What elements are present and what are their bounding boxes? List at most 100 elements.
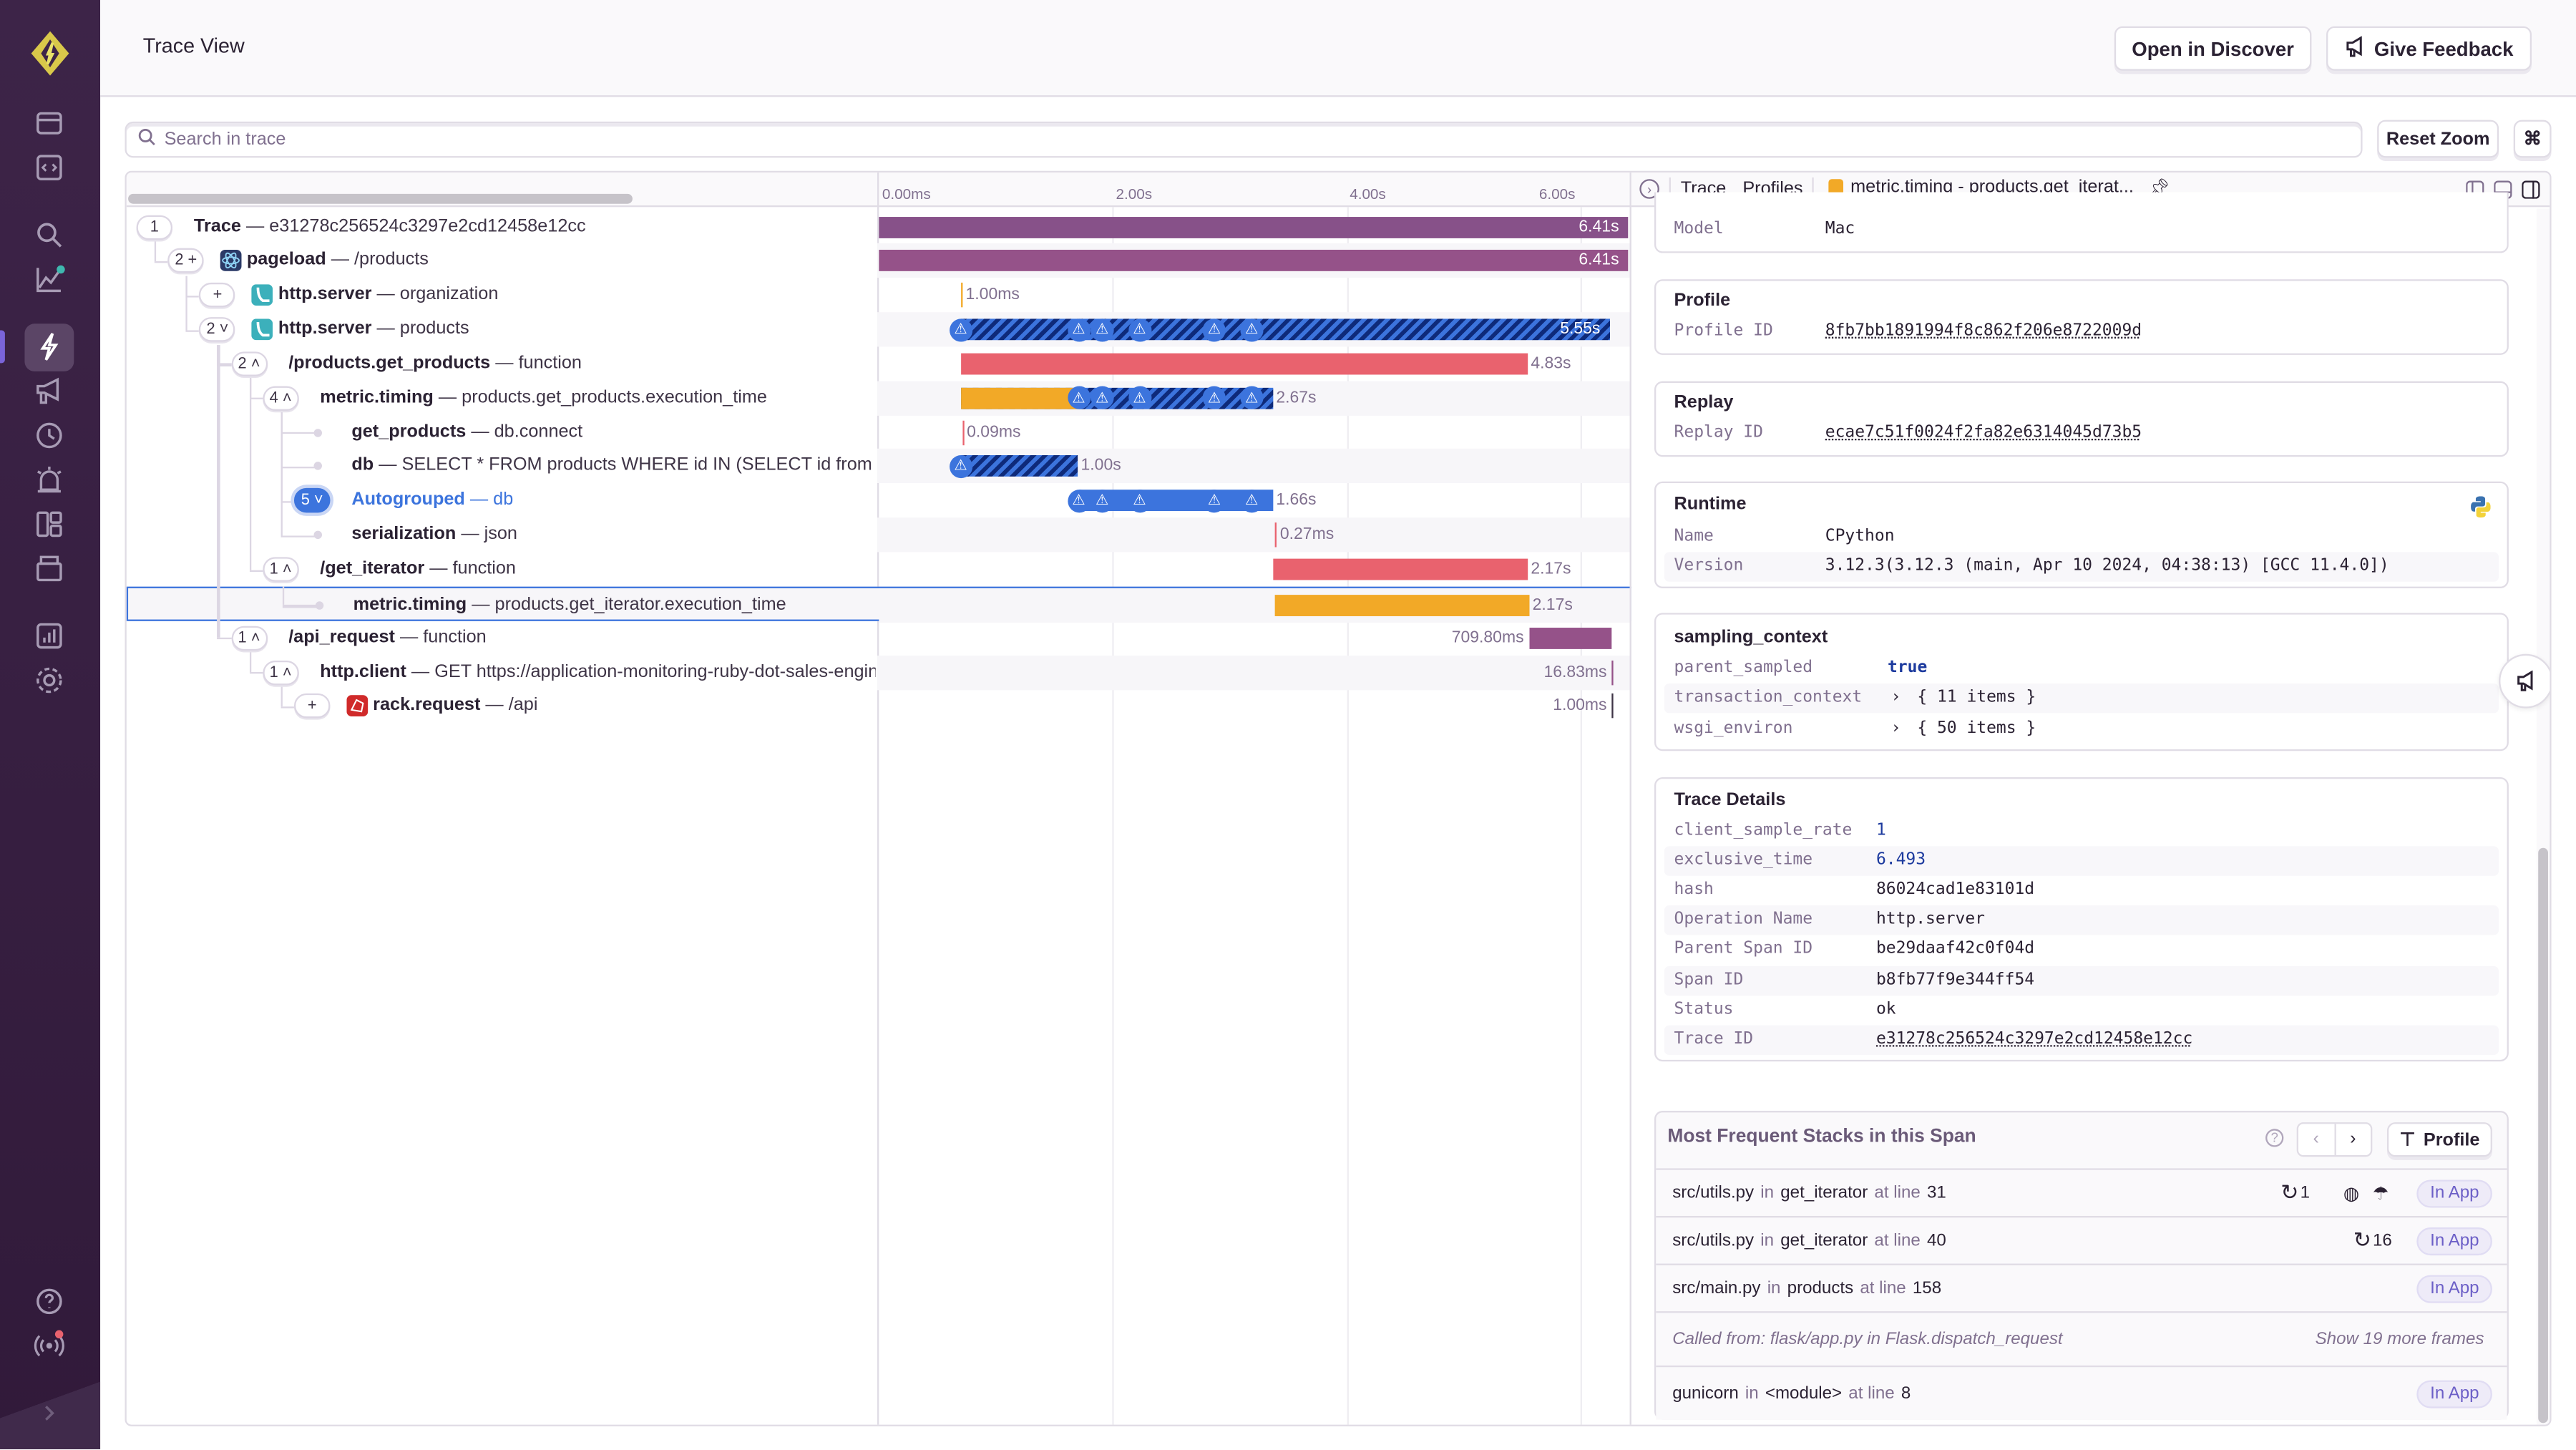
span-row[interactable]: 1 ˄ /get_iterator — function 2.17s [127, 378, 1631, 586]
performance-icon[interactable] [33, 263, 66, 296]
releases-icon[interactable] [33, 419, 66, 452]
span-row[interactable]: 2 ˄ /products.get_products — function 4.83… [127, 344, 1631, 381]
most-frequent-stacks-card: Most Frequent Stacks in this Span ? ‹ › … [1654, 1111, 2509, 1420]
span-bar[interactable] [1274, 558, 1528, 580]
warning-icon[interactable]: ⚠ [1240, 318, 1264, 341]
expand-toggle-badge[interactable]: 2 ˄ [230, 351, 268, 376]
warning-icon[interactable]: ⚠ [1067, 318, 1091, 341]
replay-id-link[interactable]: ecae7c51f0024f2fa82e6314045d73b5 [1825, 419, 2142, 448]
span-bar[interactable] [960, 455, 1078, 477]
warning-icon[interactable]: ⚠ [949, 318, 972, 341]
span-row[interactable]: db — SELECT * FROM products WHERE id IN … [127, 412, 1631, 485]
expand-chevron-icon[interactable]: › [1891, 683, 1901, 713]
give-feedback-button[interactable]: Give Feedback [2326, 26, 2532, 71]
span-bar[interactable] [879, 250, 1629, 272]
kv-value[interactable]: { 50 items } [1917, 715, 2036, 744]
warning-icon[interactable]: ⚠ [1128, 318, 1151, 341]
page-title: Trace View [142, 34, 245, 58]
search-input[interactable]: Search in trace [125, 121, 2363, 158]
span-row[interactable]: + rack.request — /api 1.00ms [127, 686, 1631, 724]
span-row[interactable]: get_products — db.connect 0.09ms [127, 412, 1631, 449]
dashboards-icon[interactable] [33, 507, 66, 540]
span-bar[interactable] [962, 419, 964, 445]
traces-icon[interactable] [33, 330, 66, 363]
warning-icon[interactable]: ⚠ [1202, 489, 1226, 512]
span-row[interactable]: 2 ˅ http.server — products ⚠ ⚠ ⚠ ⚠ ⚠ ⚠ 5.55s [127, 276, 1631, 347]
kv-value: http.server [1875, 910, 1986, 929]
kv-key: Model [1674, 220, 1724, 238]
span-bar[interactable] [1528, 627, 1612, 649]
span-bar[interactable] [960, 353, 1528, 375]
warning-icon[interactable]: ⚠ [949, 454, 972, 478]
span-bar[interactable] [1611, 659, 1614, 685]
insights-icon[interactable] [33, 620, 66, 653]
sentry-logo-icon[interactable] [29, 31, 70, 76]
span-row[interactable]: serialization — json 0.27ms [127, 412, 1631, 553]
span-row[interactable]: 2 + pageload — /products 6.41s [127, 241, 1631, 278]
expand-toggle-badge[interactable]: 4 ˄ [262, 385, 299, 411]
span-bar[interactable] [960, 283, 963, 308]
profile-button[interactable]: ⊤ Profile [2386, 1122, 2492, 1157]
chevron-left-icon[interactable]: ‹ [2298, 1124, 2336, 1156]
warning-icon[interactable]: ⚠ [1240, 489, 1264, 512]
expand-chevron-icon[interactable]: › [1891, 715, 1901, 744]
span-row[interactable]: 1 ˄ /api_request — function 709.80ms [127, 344, 1631, 655]
expand-toggle-badge[interactable]: 1 [136, 214, 173, 240]
settings-icon[interactable] [33, 664, 66, 697]
span-row[interactable]: 1 Trace — e31278c256524c3297e2cd12458e12c… [127, 210, 1631, 244]
span-row[interactable]: 5 ˅ Autogrouped — db ⚠ ⚠ ⚠ ⚠ ⚠ 1.66s [127, 412, 1631, 518]
span-row[interactable]: 4 ˄ metric.timing — products.get_products… [127, 378, 1631, 416]
expand-toggle-badge[interactable]: 1 ˄ [230, 626, 268, 651]
chevron-right-icon[interactable]: › [2336, 1124, 2371, 1155]
span-bar[interactable] [1611, 694, 1614, 719]
kv-value[interactable]: { 11 items } [1917, 683, 2036, 713]
span-row[interactable]: + http.server — organization 1.00ms [127, 276, 1631, 312]
span-bar[interactable] [960, 318, 1610, 341]
stats-icon[interactable] [33, 552, 66, 585]
profile-id-link[interactable]: 8fb7bb1891994f8c862f206e8722009d [1825, 317, 2142, 346]
stack-frame-row[interactable]: gunicorn in <module> at line 8 In App [1656, 1365, 2507, 1420]
warning-icon[interactable]: ⚠ [1128, 489, 1151, 512]
drawer-divider[interactable] [1629, 172, 1631, 1425]
expand-toggle-badge[interactable]: 5 ˅ [293, 488, 331, 514]
search-icon[interactable] [33, 218, 66, 251]
span-duration-label: 5.55s [1560, 320, 1601, 339]
alerts-icon[interactable] [33, 463, 66, 496]
expand-toggle-badge[interactable]: 1 ˄ [262, 659, 299, 685]
expand-toggle-badge[interactable]: 1 ˄ [262, 557, 299, 582]
projects-icon[interactable] [33, 151, 66, 184]
codecov-icon[interactable]: ☂ [2373, 1182, 2389, 1204]
span-bar[interactable] [1275, 594, 1530, 616]
feedback-icon[interactable] [33, 374, 66, 407]
expand-toggle-badge[interactable]: + [199, 283, 236, 308]
issues-icon[interactable] [33, 107, 66, 140]
span-bar[interactable] [879, 215, 1629, 238]
stack-frame-row[interactable]: src/main.py in products at line 158 In App [1656, 1263, 2507, 1312]
warning-icon[interactable]: ⚠ [1091, 318, 1114, 341]
expand-toggle-badge[interactable]: 2 ˅ [199, 317, 236, 342]
in-app-badge: In App [2416, 1379, 2492, 1408]
shortcuts-button[interactable]: ⌘ [2513, 120, 2552, 158]
trace-id-link[interactable]: e31278c256524c3297e2cd12458e12cc [1876, 1025, 2192, 1054]
span-row-selected[interactable]: metric.timing — products.get_iterator.ex… [126, 585, 1631, 623]
stack-frame-row[interactable]: src/utils.py in get_iterator at line 40 ↻ 16 In… [1656, 1215, 2507, 1264]
github-icon[interactable]: ◍ [2343, 1182, 2359, 1204]
drawer-scrollbar[interactable] [2538, 847, 2548, 1424]
warning-icon[interactable]: ⚠ [1067, 489, 1091, 512]
expand-toggle-badge[interactable]: + [293, 694, 331, 719]
stack-frame-row[interactable]: src/utils.py in get_iterator at line 31 ↻ 1 ◍ ☂ I… [1656, 1168, 2507, 1216]
expand-toggle-badge[interactable]: 2 + [167, 248, 205, 273]
span-bar[interactable] [960, 387, 1273, 409]
feedback-floating-button[interactable] [2499, 653, 2550, 709]
help-icon[interactable]: ? [2265, 1129, 2284, 1147]
layout-right-icon[interactable] [2522, 180, 2540, 198]
reset-zoom-button[interactable]: Reset Zoom [2377, 120, 2499, 158]
span-bar[interactable] [1274, 522, 1277, 548]
span-row[interactable]: 1 ˄ http.client — GET https://application… [127, 652, 1631, 690]
warning-icon[interactable]: ⚠ [1091, 489, 1114, 512]
show-more-frames-link[interactable]: Show 19 more frames [2316, 1329, 2484, 1349]
open-in-discover-button[interactable]: Open in Discover [2114, 26, 2312, 71]
help-icon[interactable] [33, 1285, 66, 1318]
card-title: Trace Details [1674, 790, 1786, 810]
kv-value: Mac [1825, 220, 1855, 238]
